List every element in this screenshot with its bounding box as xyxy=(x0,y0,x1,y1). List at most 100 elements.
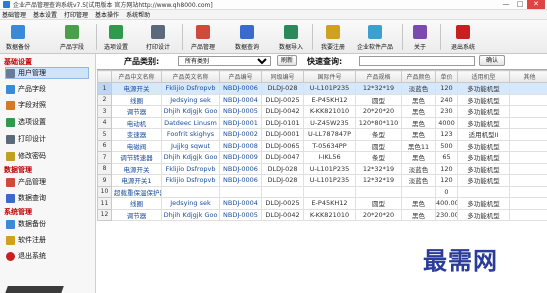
column-header-intl-part-no[interactable]: 国际件号 xyxy=(303,70,356,83)
cell-price[interactable]: 240 xyxy=(435,93,458,106)
cell-product-code[interactable]: NBDJ-0004 xyxy=(219,93,262,106)
cell-chinese-name[interactable]: 电源开关 xyxy=(111,82,162,95)
cell-chinese-name[interactable]: 调节转速器 xyxy=(111,151,162,164)
sidebar-item-product-field[interactable]: 产品字段 xyxy=(6,83,46,95)
table-row[interactable]: 8 电源开关 Fklijio Dsfropvb NBDJ-0006 DLDJ-028 U-… xyxy=(97,162,547,175)
sidebar-item-change-password[interactable]: 修改密码 xyxy=(6,150,46,162)
cell-peer-code[interactable]: DLDJ-028 xyxy=(261,162,304,175)
table-row[interactable]: 2 线圈 Jedsying sek NBDJ-0004 DLDJ-0025 E-P45KH… xyxy=(97,93,547,106)
cell-chinese-name[interactable]: 超载重保温保护器 xyxy=(111,185,162,198)
cell-color[interactable]: 黑色 xyxy=(401,105,436,118)
toolbar-print-design-button[interactable]: 打印设计 xyxy=(142,21,174,53)
cell-intl-part-no[interactable]: U-Z45W235 xyxy=(303,116,356,129)
cell-row-number[interactable]: 2 xyxy=(97,93,112,106)
cell-chinese-name[interactable]: 变速器 xyxy=(111,128,162,141)
cell-english-name[interactable]: Jedsying sek xyxy=(161,197,220,210)
cell-peer-code[interactable]: DLDJ-0042 xyxy=(261,105,304,118)
cell-english-name[interactable] xyxy=(161,185,220,198)
cell-row-number[interactable]: 1 xyxy=(97,82,112,95)
cell-english-name[interactable]: Datdeec Linusm xyxy=(161,116,220,129)
cell-color[interactable]: 淡蓝色 xyxy=(401,82,436,95)
cell-english-name[interactable]: Jedsying sek xyxy=(161,93,220,106)
cell-model[interactable]: 多功能机型 xyxy=(457,151,510,164)
sidebar-item-register[interactable]: 软件注册 xyxy=(6,234,46,246)
cell-row-number[interactable]: 11 xyxy=(97,197,112,210)
cell-chinese-name[interactable]: 电动机 xyxy=(111,116,162,129)
sidebar-item-field-map[interactable]: 字段对照 xyxy=(6,99,46,111)
cell-model[interactable]: 多功能机型 xyxy=(457,93,510,106)
cell-product-code[interactable]: NBDJ-0002 xyxy=(219,128,262,141)
cell-peer-code[interactable]: DLDJ-0047 xyxy=(261,151,304,164)
cell-price[interactable]: 230 xyxy=(435,105,458,118)
column-header-row-number[interactable] xyxy=(97,70,112,83)
cell-model[interactable]: 多功能机型 xyxy=(457,197,510,210)
minimize-button[interactable]: — xyxy=(499,0,513,9)
cell-row-number[interactable]: 4 xyxy=(97,116,112,129)
cell-english-name[interactable]: Dhjih Kdjgjk Goo xyxy=(161,151,220,164)
sidebar-item-print-design[interactable]: 打印设计 xyxy=(6,133,46,145)
cell-spec[interactable]: 20*20*20 xyxy=(355,105,402,118)
toolbar-database-backup-button[interactable]: 数据备份 xyxy=(2,21,34,53)
cell-other[interactable] xyxy=(509,208,547,221)
cell-peer-code[interactable]: DLDJ-0042 xyxy=(261,208,304,221)
menu-basic-manage[interactable]: 基础管理 xyxy=(2,10,26,19)
cell-peer-code[interactable] xyxy=(261,185,304,198)
cell-peer-code[interactable]: DLDJ-0101 xyxy=(261,116,304,129)
sidebar-item-data-query[interactable]: 数据查询 xyxy=(6,192,46,204)
close-button[interactable]: ✕ xyxy=(527,0,545,9)
table-row[interactable]: 7 调节转速器 Dhjih Kdjgjk Goo NBDJ-0009 DLDJ-0047… xyxy=(97,151,547,164)
cell-color[interactable]: 黑色 xyxy=(401,197,436,210)
cell-intl-part-no[interactable]: I-IKL56 xyxy=(303,151,356,164)
cell-chinese-name[interactable]: 电磁阀 xyxy=(111,139,162,152)
cell-model[interactable]: 多功能机型 xyxy=(457,162,510,175)
cell-english-name[interactable]: Foofrit skighys xyxy=(161,128,220,141)
cell-price[interactable]: 400.00 xyxy=(435,197,458,210)
column-header-product-code[interactable]: 产品编号 xyxy=(219,70,262,83)
cell-price[interactable]: 230.00 xyxy=(435,208,458,221)
toolbar-software-product-button[interactable]: 企业软件产品 xyxy=(352,21,398,53)
cell-other[interactable] xyxy=(509,105,547,118)
cell-spec[interactable] xyxy=(355,185,402,198)
cell-spec[interactable]: 圆型 xyxy=(355,93,402,106)
cell-intl-part-no[interactable]: E-P45KH12 xyxy=(303,197,356,210)
cell-spec[interactable]: 120*80*110 xyxy=(355,116,402,129)
toolbar-options-button[interactable]: 选项设置 xyxy=(100,21,132,53)
cell-color[interactable]: 黑色 xyxy=(401,116,436,129)
cell-spec[interactable]: 12*32*19 xyxy=(355,162,402,175)
cell-color[interactable]: 淡蓝色 xyxy=(401,162,436,175)
cell-other[interactable] xyxy=(509,151,547,164)
cell-peer-code[interactable]: DLDJ-028 xyxy=(261,82,304,95)
cell-other[interactable] xyxy=(509,93,547,106)
refresh-button[interactable]: 刷新 xyxy=(277,55,297,66)
table-row[interactable]: 3 调节器 Dhjih Kdjgjk Goo NBDJ-0005 DLDJ-0042 K-… xyxy=(97,105,547,118)
cell-model[interactable]: 多功能机型 xyxy=(457,208,510,221)
sidebar-item-product-manage[interactable]: 产品管理 xyxy=(6,176,46,188)
cell-intl-part-no[interactable] xyxy=(303,185,356,198)
cell-row-number[interactable]: 5 xyxy=(97,128,112,141)
column-header-price[interactable]: 单价 xyxy=(435,70,458,83)
cell-spec[interactable]: 条型 xyxy=(355,128,402,141)
column-header-other[interactable]: 其他 xyxy=(509,70,547,83)
cell-spec[interactable]: 20*20*20 xyxy=(355,208,402,221)
confirm-button[interactable]: 确认 xyxy=(479,55,505,66)
cell-price[interactable]: 4000 xyxy=(435,116,458,129)
toolbar-about-button[interactable]: 关于 xyxy=(408,21,432,53)
table-row[interactable]: 12 调节器 Dhjih Kdjgjk Goo NBDJ-0005 DLDJ-0042 K… xyxy=(97,208,547,221)
cell-product-code[interactable]: NBDJ-0008 xyxy=(219,139,262,152)
cell-other[interactable] xyxy=(509,162,547,175)
column-header-spec[interactable]: 产品规格 xyxy=(355,70,402,83)
cell-other[interactable] xyxy=(509,174,547,187)
cell-chinese-name[interactable]: 调节器 xyxy=(111,105,162,118)
cell-english-name[interactable]: Jujjkg sqwut xyxy=(161,139,220,152)
cell-spec[interactable]: 条型 xyxy=(355,151,402,164)
cell-chinese-name[interactable]: 电源开关 xyxy=(111,162,162,175)
column-header-color[interactable]: 产品颜色 xyxy=(401,70,436,83)
cell-intl-part-no[interactable]: U-LL787847P xyxy=(303,128,356,141)
cell-model[interactable]: 多功能机型 xyxy=(457,174,510,187)
cell-model[interactable]: 多功能机型 xyxy=(457,105,510,118)
cell-spec[interactable]: 圆型 xyxy=(355,197,402,210)
cell-row-number[interactable]: 6 xyxy=(97,139,112,152)
cell-intl-part-no[interactable]: K-KK821010 xyxy=(303,208,356,221)
cell-intl-part-no[interactable]: E-P45KH12 xyxy=(303,93,356,106)
cell-product-code[interactable]: NBDJ-0005 xyxy=(219,208,262,221)
